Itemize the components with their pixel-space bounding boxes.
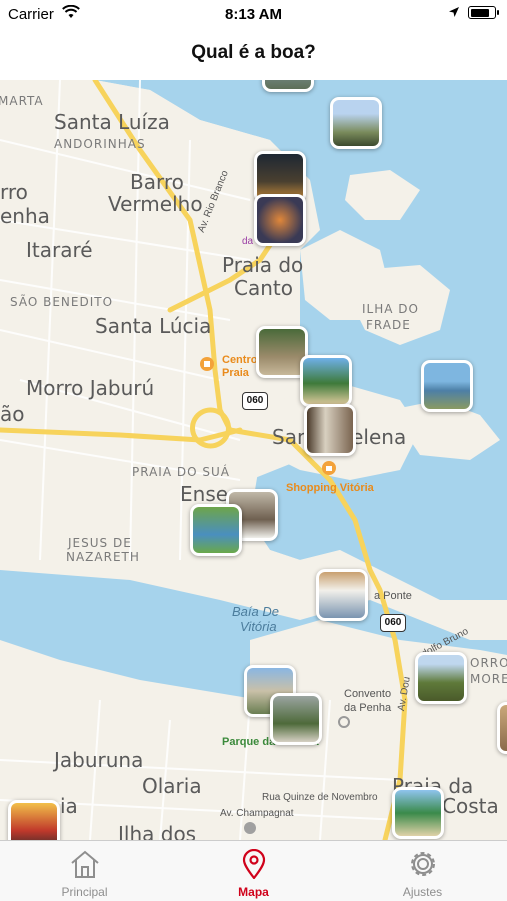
photo-pin[interactable] (270, 693, 322, 745)
map-label-canto: Canto (234, 276, 293, 300)
photo-pin[interactable] (392, 787, 444, 839)
map-label-nazareth: NAZARETH (66, 550, 140, 564)
location-arrow-icon (449, 7, 459, 17)
map-label-bairro-left: rro (0, 180, 28, 204)
road-badge-060-2: 060 (380, 614, 406, 632)
photo-pin[interactable] (497, 702, 507, 754)
map-label-olaria: Olaria (142, 774, 202, 798)
status-bar: Carrier 8:13 AM (0, 0, 507, 28)
map-label-santa-lucia: Santa Lúcia (95, 314, 212, 338)
tab-bar: Principal Mapa Ajustes (0, 840, 507, 901)
map-label-andorinhas: ANDORINHAS (54, 137, 146, 151)
tab-label: Principal (61, 885, 108, 899)
map-label-centro: Centro (222, 354, 258, 366)
map-label-praia-do: Praia do (222, 253, 304, 277)
map-label-marta: MARTA (0, 94, 44, 108)
tab-principal[interactable]: Principal (0, 841, 169, 901)
map-label-vitoria: Vitória (240, 619, 277, 634)
map-label-ense: Ense (180, 482, 229, 506)
map-label-baia-de: Baía De (232, 604, 279, 619)
poi-icon-centro (200, 357, 214, 371)
photo-pin[interactable] (300, 355, 352, 407)
photo-pin[interactable] (304, 404, 356, 456)
map-label-da-penha: da Penha (344, 702, 392, 714)
house-icon (71, 850, 99, 878)
photo-pin[interactable] (316, 569, 368, 621)
map-label-shopping: Shopping Vitória (286, 482, 374, 494)
clock: 8:13 AM (225, 6, 282, 23)
map-label-itarare: Itararé (26, 238, 93, 262)
poi-icon-champagnat (244, 822, 256, 834)
photo-pin[interactable] (330, 97, 382, 149)
gear-icon (411, 852, 435, 876)
map-label-praia-do-sua: PRAIA DO SUÁ (132, 465, 230, 479)
battery-icon (468, 6, 499, 19)
photo-pin[interactable] (254, 194, 306, 246)
map-label-sao-benedito: SÃO BENEDITO (10, 295, 114, 309)
tab-label: Mapa (238, 885, 269, 899)
page-title: Qual é a boa? (191, 42, 316, 63)
map-label-ilha-do: ILHA DO (362, 302, 419, 316)
map-label-bairro-left-2: enha (0, 204, 50, 228)
map-pin-icon (242, 849, 266, 879)
map-label-jesus-de: JESUS DE (68, 536, 132, 550)
map-view[interactable]: MARTA Santa Luíza ANDORINHAS rro enha Ba… (0, 80, 507, 840)
map-label-a-ponte: a Ponte (374, 590, 412, 602)
map-label-rua-quinze: Rua Quinze de Novembro (262, 792, 378, 803)
map-label-more: MORE (470, 672, 507, 686)
map-label-morro-jaburu: Morro Jaburú (26, 376, 155, 400)
map-label-ia: ia (60, 794, 78, 818)
photo-pin[interactable] (415, 652, 467, 704)
road-badge-060: 060 (242, 392, 268, 410)
map-label-jaburuna: Jaburuna (54, 748, 144, 772)
map-label-av-champagnat: Av. Champagnat (220, 808, 294, 819)
navigation-bar: Qual é a boa? (0, 28, 507, 81)
map-label-centro-praia: Praia (222, 367, 249, 379)
map-label-ilha-dos: Ilha dos (118, 822, 197, 840)
tab-mapa[interactable]: Mapa (169, 841, 338, 901)
photo-pin[interactable] (190, 504, 242, 556)
map-label-costa: Costa (442, 794, 499, 818)
tab-ajustes[interactable]: Ajustes (338, 841, 507, 901)
map-label-barro: Barro (130, 170, 184, 194)
photo-pin[interactable] (8, 800, 60, 840)
map-label-frade: FRADE (366, 318, 411, 332)
map-label-convento: Convento (344, 688, 392, 700)
photo-pin[interactable] (262, 80, 314, 92)
poi-icon-convento (338, 716, 350, 728)
map-label-vermelho: Vermelho (108, 192, 203, 216)
photo-pin[interactable] (421, 360, 473, 412)
shopping-bag-icon (322, 461, 336, 475)
map-label-ao: ão (0, 402, 25, 426)
tab-label: Ajustes (402, 885, 443, 899)
map-label-santa-luiza: Santa Luíza (54, 110, 170, 134)
map-label-orro: ORRO (470, 656, 507, 670)
